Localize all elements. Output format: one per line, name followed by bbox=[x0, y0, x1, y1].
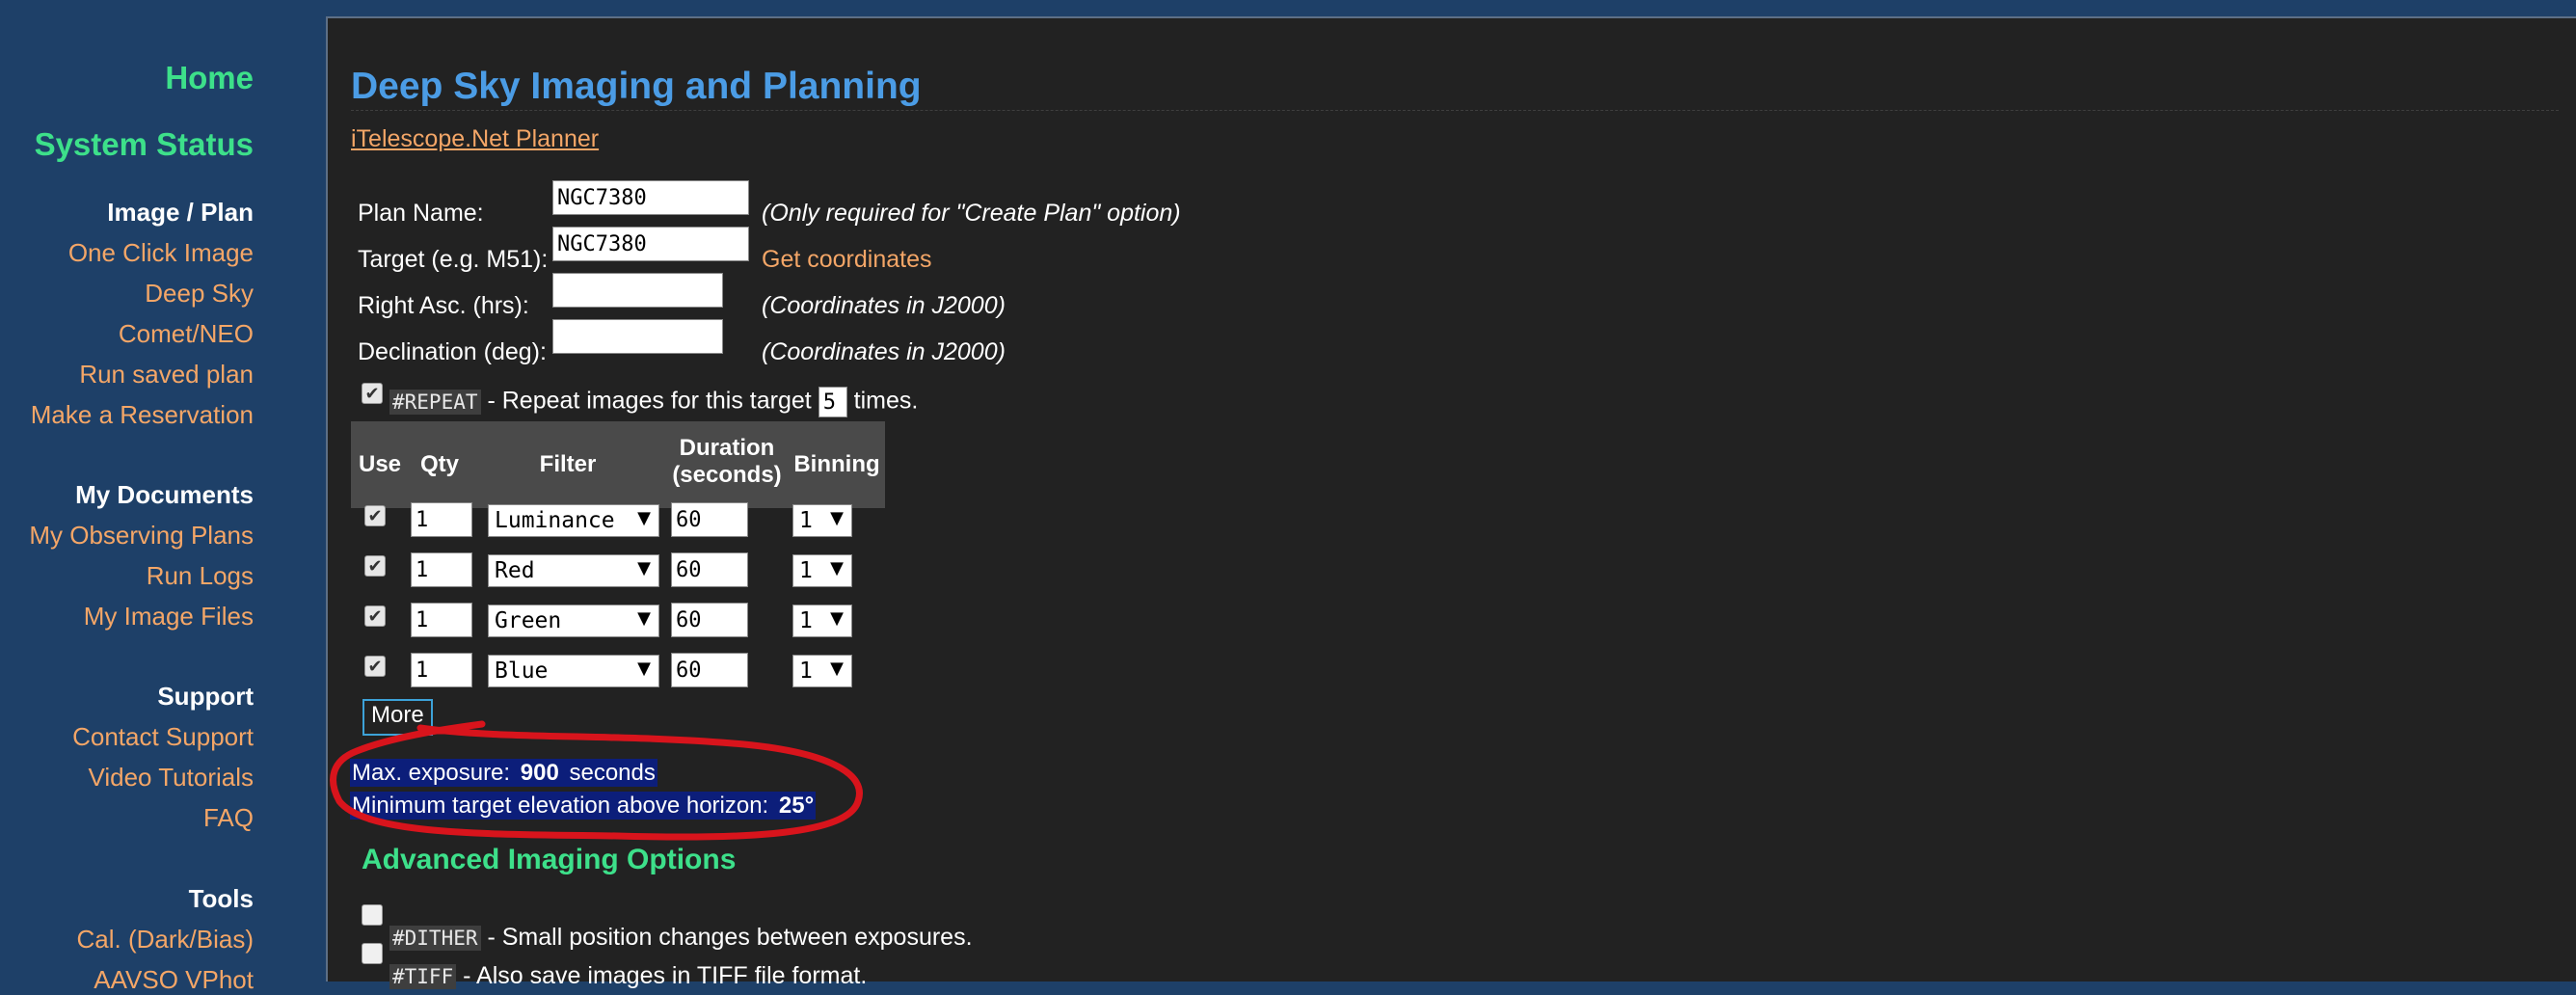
dither-text: - Small position changes between exposur… bbox=[480, 924, 973, 951]
right-ascension-note: (Coordinates in J2000) bbox=[762, 292, 1006, 319]
dither-tag: #DITHER bbox=[389, 926, 481, 951]
row-filter-select[interactable]: Green ▼ bbox=[488, 605, 659, 637]
row-duration-input[interactable] bbox=[671, 552, 748, 587]
tiff-text: - Also save images in TIFF file format. bbox=[456, 962, 868, 989]
row-duration-input[interactable] bbox=[671, 653, 748, 687]
min-elevation-info: Minimum target elevation above horizon: … bbox=[350, 792, 817, 820]
tiff-tag: #TIFF bbox=[389, 964, 457, 989]
row-duration-input[interactable] bbox=[671, 603, 748, 637]
sidebar-item-contact-support[interactable]: Contact Support bbox=[72, 722, 254, 752]
col-binning: Binning bbox=[793, 451, 880, 477]
chevron-down-icon: ▼ bbox=[830, 558, 844, 578]
page-title: Deep Sky Imaging and Planning bbox=[351, 66, 922, 107]
planner-link[interactable]: iTelescope.Net Planner bbox=[351, 125, 599, 153]
dither-checkbox[interactable] bbox=[362, 904, 383, 926]
sidebar-item-my-observing-plans[interactable]: My Observing Plans bbox=[29, 521, 254, 551]
row-binning-select[interactable]: 1 ▼ bbox=[792, 655, 852, 687]
chevron-down-icon: ▼ bbox=[637, 608, 651, 629]
advanced-options-title: Advanced Imaging Options bbox=[362, 844, 737, 875]
right-ascension-input[interactable] bbox=[552, 273, 723, 308]
sidebar-heading-image-plan: Image / Plan bbox=[107, 198, 254, 227]
row-duration-input[interactable] bbox=[671, 502, 748, 537]
sidebar: Home System Status Image / Plan One Clic… bbox=[0, 0, 280, 994]
col-qty: Qty bbox=[419, 451, 459, 477]
col-duration: Duration (seconds) bbox=[672, 435, 782, 488]
row-use-checkbox[interactable]: ✔ bbox=[364, 605, 386, 627]
sidebar-heading-my-documents: My Documents bbox=[75, 480, 254, 509]
sidebar-item-my-image-files[interactable]: My Image Files bbox=[84, 602, 254, 632]
row-qty-input[interactable] bbox=[411, 653, 472, 687]
row-qty-input[interactable] bbox=[411, 603, 472, 637]
sidebar-item-aavso-vphot[interactable]: AAVSO VPhot bbox=[94, 965, 254, 995]
chevron-down-icon: ▼ bbox=[830, 659, 844, 679]
row-qty-input[interactable] bbox=[411, 502, 472, 537]
repeat-checkbox[interactable]: ✔ bbox=[362, 383, 383, 404]
title-divider bbox=[351, 110, 2559, 111]
row-filter-select[interactable]: Red ▼ bbox=[488, 554, 659, 587]
tiff-checkbox[interactable] bbox=[362, 943, 383, 964]
sidebar-item-home[interactable]: Home bbox=[165, 60, 254, 96]
target-label: Target (e.g. M51): bbox=[358, 246, 549, 273]
col-filter: Filter bbox=[539, 451, 597, 477]
sidebar-heading-tools: Tools bbox=[188, 884, 254, 913]
tiff-option: #TIFF - Also save images in TIFF file fo… bbox=[389, 962, 867, 990]
sidebar-item-one-click-image[interactable]: One Click Image bbox=[68, 238, 254, 268]
sidebar-item-comet-neo[interactable]: Comet/NEO bbox=[119, 319, 254, 349]
row-binning-select[interactable]: 1 ▼ bbox=[792, 605, 852, 637]
chevron-down-icon: ▼ bbox=[637, 659, 651, 679]
max-exposure-info: Max. exposure: 900 seconds bbox=[350, 759, 657, 787]
filter-table-header: Use Qty Filter Duration (seconds) Binning bbox=[351, 421, 885, 508]
chevron-down-icon: ▼ bbox=[830, 508, 844, 528]
row-filter-select[interactable]: Luminance ▼ bbox=[488, 504, 659, 537]
plan-name-note: (Only required for "Create Plan" option) bbox=[762, 200, 1181, 227]
declination-input[interactable] bbox=[552, 319, 723, 354]
plan-name-input[interactable] bbox=[552, 180, 749, 215]
right-ascension-label: Right Asc. (hrs): bbox=[358, 292, 529, 319]
sidebar-item-video-tutorials[interactable]: Video Tutorials bbox=[88, 763, 254, 793]
repeat-text-before: - Repeat images for this target bbox=[480, 387, 818, 415]
col-use: Use bbox=[358, 451, 402, 477]
row-binning-select[interactable]: 1 ▼ bbox=[792, 554, 852, 587]
sidebar-item-run-saved-plan[interactable]: Run saved plan bbox=[79, 360, 254, 390]
target-input[interactable] bbox=[552, 227, 749, 261]
repeat-line: #REPEAT - Repeat images for this target … bbox=[389, 387, 918, 417]
row-use-checkbox[interactable]: ✔ bbox=[364, 555, 386, 577]
sidebar-item-system-status[interactable]: System Status bbox=[35, 126, 254, 163]
sidebar-item-deep-sky[interactable]: Deep Sky bbox=[145, 279, 254, 309]
get-coordinates-link[interactable]: Get coordinates bbox=[762, 246, 932, 274]
main-panel: Deep Sky Imaging and Planning iTelescope… bbox=[326, 16, 2576, 989]
plan-name-label: Plan Name: bbox=[358, 200, 484, 227]
sidebar-item-faq[interactable]: FAQ bbox=[203, 803, 254, 833]
sidebar-item-make-reservation[interactable]: Make a Reservation bbox=[31, 400, 254, 430]
repeat-count-input[interactable]: 5 bbox=[818, 387, 847, 417]
chevron-down-icon: ▼ bbox=[830, 608, 844, 629]
chevron-down-icon: ▼ bbox=[637, 508, 651, 528]
row-use-checkbox[interactable]: ✔ bbox=[364, 505, 386, 526]
sidebar-item-run-logs[interactable]: Run Logs bbox=[147, 561, 254, 591]
repeat-text-after: times. bbox=[846, 387, 919, 415]
row-use-checkbox[interactable]: ✔ bbox=[364, 656, 386, 677]
max-exposure-value: 900 bbox=[518, 759, 561, 787]
repeat-tag: #REPEAT bbox=[389, 389, 481, 415]
chevron-down-icon: ▼ bbox=[637, 558, 651, 578]
sidebar-item-cal-dark-bias[interactable]: Cal. (Dark/Bias) bbox=[77, 925, 254, 955]
declination-label: Declination (deg): bbox=[358, 338, 547, 365]
sidebar-heading-support: Support bbox=[157, 682, 254, 711]
declination-note: (Coordinates in J2000) bbox=[762, 338, 1006, 365]
row-binning-select[interactable]: 1 ▼ bbox=[792, 504, 852, 537]
more-button[interactable]: More bbox=[362, 699, 433, 736]
dither-option: #DITHER - Small position changes between… bbox=[389, 924, 973, 952]
row-filter-select[interactable]: Blue ▼ bbox=[488, 655, 659, 687]
min-elevation-value: 25° bbox=[776, 792, 817, 820]
row-qty-input[interactable] bbox=[411, 552, 472, 587]
